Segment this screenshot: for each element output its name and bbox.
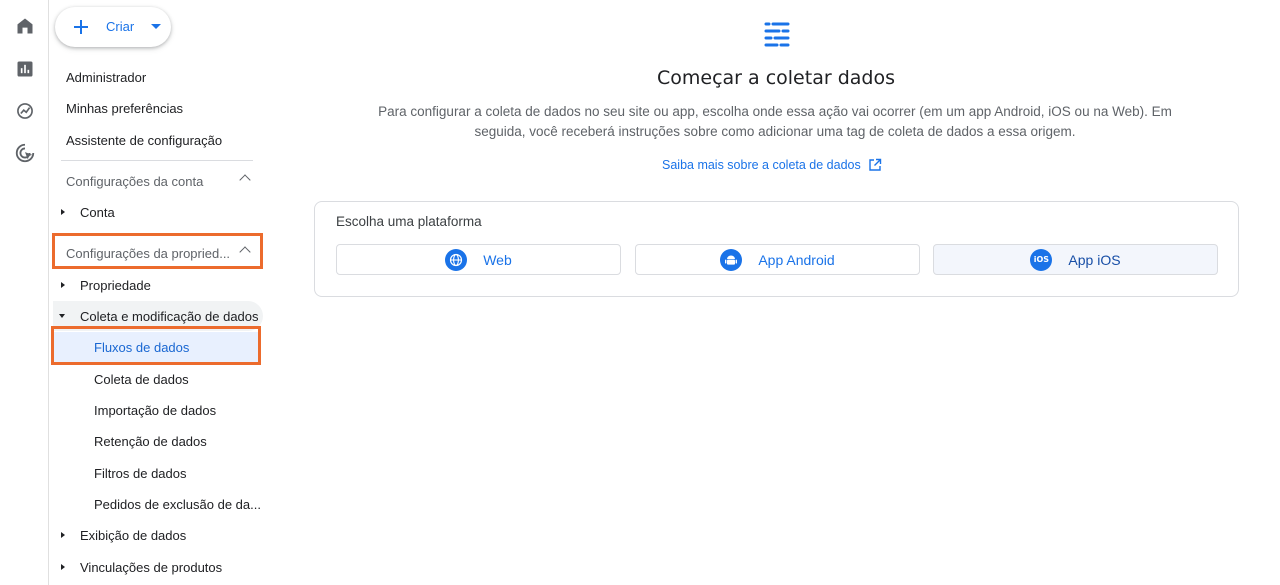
- sidebar-item-preferences[interactable]: Minhas preferências: [49, 94, 259, 122]
- reports-icon[interactable]: [13, 57, 37, 81]
- admin-sidebar: Criar Administrador Minhas preferências …: [49, 0, 270, 585]
- sidebar-item-admin[interactable]: Administrador: [49, 63, 259, 91]
- page-description: Para configurar a coleta de dados no seu…: [378, 104, 1172, 139]
- learn-more-link[interactable]: Saiba mais sobre a coleta de dados: [662, 158, 882, 172]
- page-title: Começar a coletar dados: [657, 67, 895, 89]
- ios-icon: iOS: [1030, 248, 1053, 271]
- platform-card-title: Escolha uma plataforma: [336, 214, 482, 229]
- android-icon: [720, 248, 743, 271]
- expand-arrow-icon: [61, 282, 65, 288]
- platform-ios-label: App iOS: [1068, 251, 1121, 268]
- advertising-icon[interactable]: [13, 141, 37, 165]
- sidebar-item-deletion-requests[interactable]: Pedidos de exclusão de da...: [49, 490, 261, 518]
- sidebar-divider: [61, 160, 253, 161]
- section-account-settings[interactable]: Configurações da conta: [49, 167, 259, 195]
- collapse-arrow-icon: [59, 314, 65, 318]
- sidebar-item-account[interactable]: Conta: [49, 198, 259, 226]
- home-icon[interactable]: [13, 14, 37, 38]
- highlight-box: [52, 233, 263, 269]
- platform-ios-button[interactable]: iOS App iOS: [933, 244, 1218, 275]
- data-streams-logo-icon: [764, 22, 790, 47]
- dropdown-caret-icon: [151, 24, 161, 29]
- platform-web-button[interactable]: Web: [336, 244, 621, 275]
- plus-icon: [74, 20, 88, 34]
- globe-icon: [445, 248, 468, 271]
- explore-icon[interactable]: [13, 99, 37, 123]
- sidebar-item-data-display[interactable]: Exibição de dados: [49, 521, 259, 549]
- sidebar-item-setup-assistant[interactable]: Assistente de configuração: [49, 126, 259, 154]
- nav-rail: [0, 0, 49, 585]
- open-in-new-icon: [869, 158, 881, 171]
- sidebar-item-data-collection[interactable]: Coleta de dados: [49, 365, 259, 393]
- platform-card: Escolha uma plataforma Web App Android i…: [314, 201, 1239, 297]
- create-label: Criar: [106, 19, 135, 34]
- expand-arrow-icon: [61, 209, 65, 215]
- sidebar-item-data-filters[interactable]: Filtros de dados: [49, 459, 259, 487]
- main-content: Começar a coletar dados Para configurar …: [270, 0, 1280, 585]
- platform-android-button[interactable]: App Android: [635, 244, 920, 275]
- expand-arrow-icon: [61, 564, 65, 570]
- platform-web-label: Web: [483, 251, 512, 268]
- learn-more-label: Saiba mais sobre a coleta de dados: [662, 158, 861, 172]
- chevron-up-icon: [239, 174, 251, 186]
- create-button[interactable]: Criar: [55, 7, 171, 47]
- sidebar-item-product-links[interactable]: Vinculações de produtos: [49, 553, 259, 581]
- platform-android-label: App Android: [758, 251, 835, 268]
- highlight-box: [51, 326, 261, 365]
- expand-arrow-icon: [61, 532, 65, 538]
- sidebar-item-data-import[interactable]: Importação de dados: [49, 396, 259, 424]
- sidebar-item-data-retention[interactable]: Retenção de dados: [49, 427, 259, 455]
- sidebar-item-property[interactable]: Propriedade: [49, 271, 259, 299]
